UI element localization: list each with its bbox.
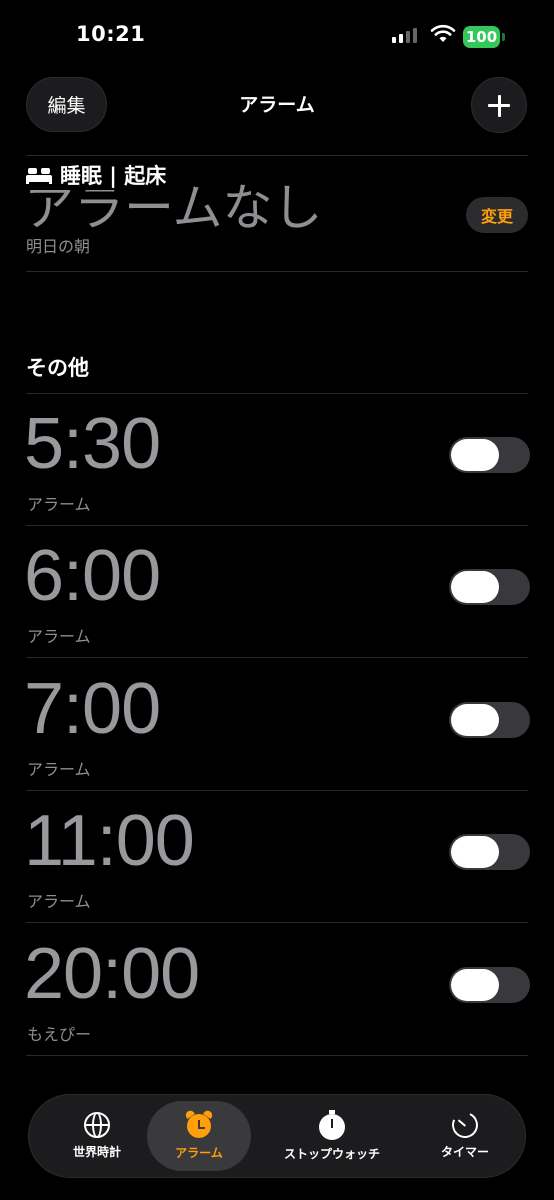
alarm-time: 5:30 [24, 404, 161, 484]
tab-stopwatch[interactable]: ストップウォッチ [267, 1095, 397, 1177]
tab-label: タイマー [440, 1145, 489, 1159]
stopwatch-icon [318, 1110, 346, 1140]
divider [26, 271, 528, 272]
divider [26, 657, 528, 658]
timer-icon [448, 1108, 482, 1142]
cellular-signal-icon [392, 28, 417, 43]
alarm-toggle[interactable] [449, 437, 530, 473]
divider [26, 393, 528, 394]
battery-level: 100 [465, 28, 498, 46]
tab-timer[interactable]: タイマー [415, 1095, 515, 1177]
tab-label: 世界時計 [72, 1145, 121, 1159]
alarm-time: 11:00 [24, 801, 195, 881]
divider [26, 155, 528, 156]
alarm-label: もえぴー [27, 1025, 92, 1044]
globe-icon [84, 1112, 110, 1138]
sleep-header-label: 睡眠 | 起床 [60, 164, 167, 188]
alarm-label: アラーム [27, 892, 91, 911]
divider [26, 790, 528, 791]
alarm-row[interactable]: 20:00 もえぴー [0, 925, 554, 1057]
clock-app-screen: 10:21 100 編集 アラーム アラームなし 睡眠 | 起床 明日の朝 変更… [0, 0, 554, 1200]
sleep-section-header: 睡眠 | 起床 [26, 160, 173, 190]
add-alarm-button[interactable] [471, 77, 527, 133]
sleep-subtitle: 明日の朝 [26, 237, 91, 256]
alarm-label: アラーム [27, 495, 91, 514]
tab-alarm[interactable]: アラーム [147, 1101, 251, 1171]
change-button[interactable]: 変更 [466, 197, 528, 233]
tab-label: ストップウォッチ [283, 1147, 380, 1161]
alarm-time: 6:00 [24, 536, 161, 616]
alarm-toggle[interactable] [449, 569, 530, 605]
battery-tip [502, 33, 505, 41]
alarm-row[interactable]: 7:00 アラーム [0, 660, 554, 792]
alarm-toggle[interactable] [449, 702, 530, 738]
alarm-row[interactable]: 6:00 アラーム [0, 527, 554, 659]
divider [26, 1055, 528, 1056]
alarm-clock-icon [184, 1108, 214, 1139]
status-time: 10:21 [76, 22, 146, 46]
bed-icon [26, 166, 52, 184]
section-header-other: その他 [26, 356, 89, 380]
alarm-row[interactable]: 11:00 アラーム [0, 792, 554, 924]
battery-icon: 100 [463, 26, 500, 48]
alarm-time: 7:00 [24, 669, 161, 749]
tab-label: アラーム [175, 1146, 223, 1160]
tab-world-clock[interactable]: 世界時計 [41, 1095, 153, 1177]
alarm-label: アラーム [27, 760, 91, 779]
alarm-toggle[interactable] [449, 834, 530, 870]
alarm-toggle[interactable] [449, 967, 530, 1003]
divider [26, 525, 528, 526]
alarm-label: アラーム [27, 627, 91, 646]
divider [26, 922, 528, 923]
alarm-time: 20:00 [24, 934, 200, 1014]
tab-bar: 世界時計 アラーム ストップウォッチ タイマー [28, 1094, 526, 1178]
alarm-row[interactable]: 5:30 アラーム [0, 395, 554, 527]
wifi-icon [430, 24, 456, 42]
